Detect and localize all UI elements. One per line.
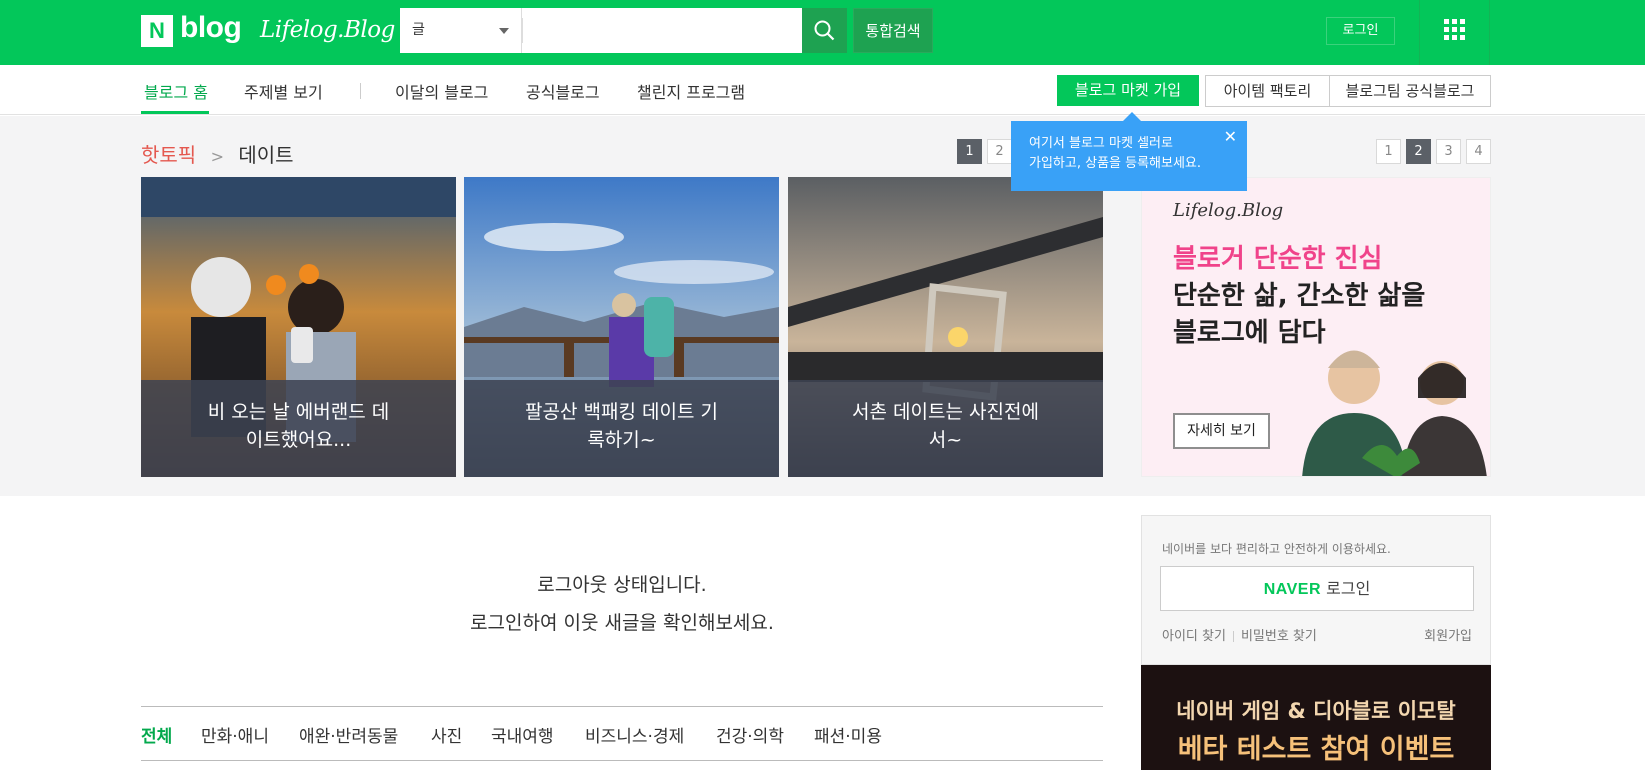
login-label: 로그인	[1326, 579, 1371, 598]
tooltip-line: 가입하고, 상품을 등록해보세요.	[1029, 156, 1202, 171]
search-input[interactable]	[526, 8, 800, 53]
hot-topic-card[interactable]: 비 오는 날 에버랜드 데 이트했어요...	[141, 177, 456, 477]
divider	[1419, 0, 1420, 65]
login-panel: 네이버를 보다 편리하고 안전하게 이용하세요. NAVER 로그인 아이디 찾…	[1141, 515, 1491, 665]
app-grid-icon[interactable]	[1444, 19, 1466, 41]
item-factory-button[interactable]: 아이템 팩토리	[1205, 75, 1330, 107]
blog-team-official-button[interactable]: 블로그팀 공식블로그	[1329, 75, 1491, 107]
caption-line: 서촌 데이트는 사진전에	[852, 401, 1039, 423]
close-icon[interactable]: ✕	[1224, 127, 1237, 147]
page-button[interactable]: 2	[1406, 139, 1431, 164]
tab-comics-anime[interactable]: 만화·애니	[201, 722, 269, 747]
logout-line: 로그인하여 이웃 새글을 확인해보세요.	[470, 612, 774, 634]
divider	[1232, 631, 1234, 642]
game-event-banner[interactable]: 네이버 게임 & 디아블로 이모탈 베타 테스트 참여 이벤트	[1141, 665, 1491, 770]
search-category-value: 글	[412, 22, 425, 38]
page-button[interactable]: 4	[1466, 139, 1491, 164]
divider	[360, 83, 361, 99]
hot-topic-section: 핫토픽 > 데이트 12 1234 비 오는 날 에버랜드 데 이트했어요...…	[0, 116, 1645, 496]
hot-topic-card[interactable]: 서촌 데이트는 사진전에 서~	[788, 177, 1103, 477]
tab-domestic-travel[interactable]: 국내여행	[491, 722, 554, 747]
blog-market-join-button[interactable]: 블로그 마켓 가입	[1057, 75, 1199, 106]
page-button[interactable]: 1	[1376, 139, 1401, 164]
find-id-link[interactable]: 아이디 찾기	[1162, 629, 1226, 644]
nav-blog-of-month[interactable]: 이달의 블로그	[395, 79, 488, 103]
divider	[522, 18, 523, 43]
tab-pets[interactable]: 애완·반려동물	[299, 722, 398, 747]
integrated-search-button[interactable]: 통합검색	[853, 8, 933, 53]
hot-topic-title: 핫토픽 > 데이트	[141, 139, 294, 168]
naver-login-button[interactable]: NAVER 로그인	[1160, 566, 1474, 611]
caption-line: 록하기~	[587, 429, 656, 451]
ad-more-button[interactable]: 자세히 보기	[1173, 413, 1270, 449]
caption-line: 이트했어요...	[245, 429, 352, 451]
tab-photo[interactable]: 사진	[431, 722, 462, 747]
caret-down-icon	[499, 28, 509, 34]
nav-blog-home[interactable]: 블로그 홈	[144, 79, 208, 103]
search-icon	[814, 20, 835, 41]
lifelog-ad-banner[interactable]: Lifelog.Blog 블로거 단순한 진심 단순한 삶, 간소한 삶을 블로…	[1141, 177, 1491, 477]
banner-subtitle: 네이버 게임 & 디아블로 이모탈	[1176, 699, 1456, 723]
tooltip-line: 여기서 블로그 마켓 셀러로	[1029, 136, 1173, 151]
caption-line: 비 오는 날 에버랜드 데	[207, 401, 390, 423]
card-caption: 팔공산 백패킹 데이트 기 록하기~	[464, 380, 779, 477]
divider	[1489, 0, 1490, 65]
find-password-link[interactable]: 비밀번호 찾기	[1241, 629, 1317, 644]
page-button[interactable]: 3	[1436, 139, 1461, 164]
card-caption: 서촌 데이트는 사진전에 서~	[788, 380, 1103, 477]
ad-headline: 블로거 단순한 진심	[1173, 244, 1383, 274]
caption-line: 서~	[928, 429, 963, 451]
tab-all[interactable]: 전체	[141, 722, 172, 747]
logout-message: 로그아웃 상태입니다. 로그인하여 이웃 새글을 확인해보세요.	[141, 566, 1103, 642]
tab-business-economy[interactable]: 비즈니스·경제	[585, 722, 684, 747]
tab-fashion-beauty[interactable]: 패션·미용	[814, 722, 882, 747]
chevron-right-icon: >	[210, 147, 224, 166]
ad-logo: Lifelog.Blog	[1173, 200, 1284, 221]
search-button[interactable]	[802, 8, 847, 53]
ad-headline: 단순한 삶, 간소한 삶을	[1173, 281, 1426, 311]
hot-topic-card[interactable]: 팔공산 백패킹 데이트 기 록하기~	[464, 177, 779, 477]
lifelog-blog-logo[interactable]: Lifelog.Blog	[260, 17, 395, 43]
card-caption: 비 오는 날 에버랜드 데 이트했어요...	[141, 380, 456, 477]
logout-line: 로그아웃 상태입니다.	[537, 574, 707, 596]
market-tooltip: 여기서 블로그 마켓 셀러로 가입하고, 상품을 등록해보세요. ✕	[1011, 112, 1247, 191]
hot-topic-name: 데이트	[238, 143, 294, 167]
nav-challenge-program[interactable]: 챌린지 프로그램	[637, 79, 745, 103]
login-description: 네이버를 보다 편리하고 안전하게 이용하세요.	[1162, 542, 1391, 556]
login-button[interactable]: 로그인	[1326, 17, 1395, 45]
banner-title: 베타 테스트 참여 이벤트	[1177, 734, 1455, 765]
ad-people-image	[1302, 350, 1487, 476]
join-link[interactable]: 회원가입	[1424, 625, 1472, 644]
category-tabs: 전체 만화·애니 애완·반려동물 사진 국내여행 비즈니스·경제 건강·의학 패…	[141, 706, 1103, 761]
nav-official-blog[interactable]: 공식블로그	[526, 79, 600, 103]
blog-logo[interactable]: blog	[180, 11, 242, 45]
caption-line: 팔공산 백패킹 데이트 기	[525, 401, 718, 423]
page-button[interactable]: 1	[957, 139, 982, 164]
hot-topic-pager: 12	[957, 139, 1017, 164]
account-links: 아이디 찾기 비밀번호 찾기	[1162, 625, 1317, 644]
naver-wordmark: NAVER	[1263, 581, 1322, 598]
search-category-select[interactable]: 글	[400, 8, 522, 53]
tab-health-medicine[interactable]: 건강·의학	[716, 722, 784, 747]
top-header: N blog Lifelog.Blog 글 통합검색 로그인	[0, 0, 1645, 65]
ad-pager: 1234	[1376, 139, 1496, 164]
nav-by-topic[interactable]: 주제별 보기	[244, 79, 323, 103]
hot-topic-label[interactable]: 핫토픽	[141, 143, 196, 167]
active-tab-indicator	[141, 111, 209, 114]
sub-navigation: 블로그 홈 주제별 보기 이달의 블로그 공식블로그 챌린지 프로그램 블로그 …	[0, 65, 1645, 115]
naver-logo[interactable]: N	[141, 15, 173, 47]
search-box: 글	[400, 8, 847, 53]
page-button[interactable]: 2	[987, 139, 1012, 164]
